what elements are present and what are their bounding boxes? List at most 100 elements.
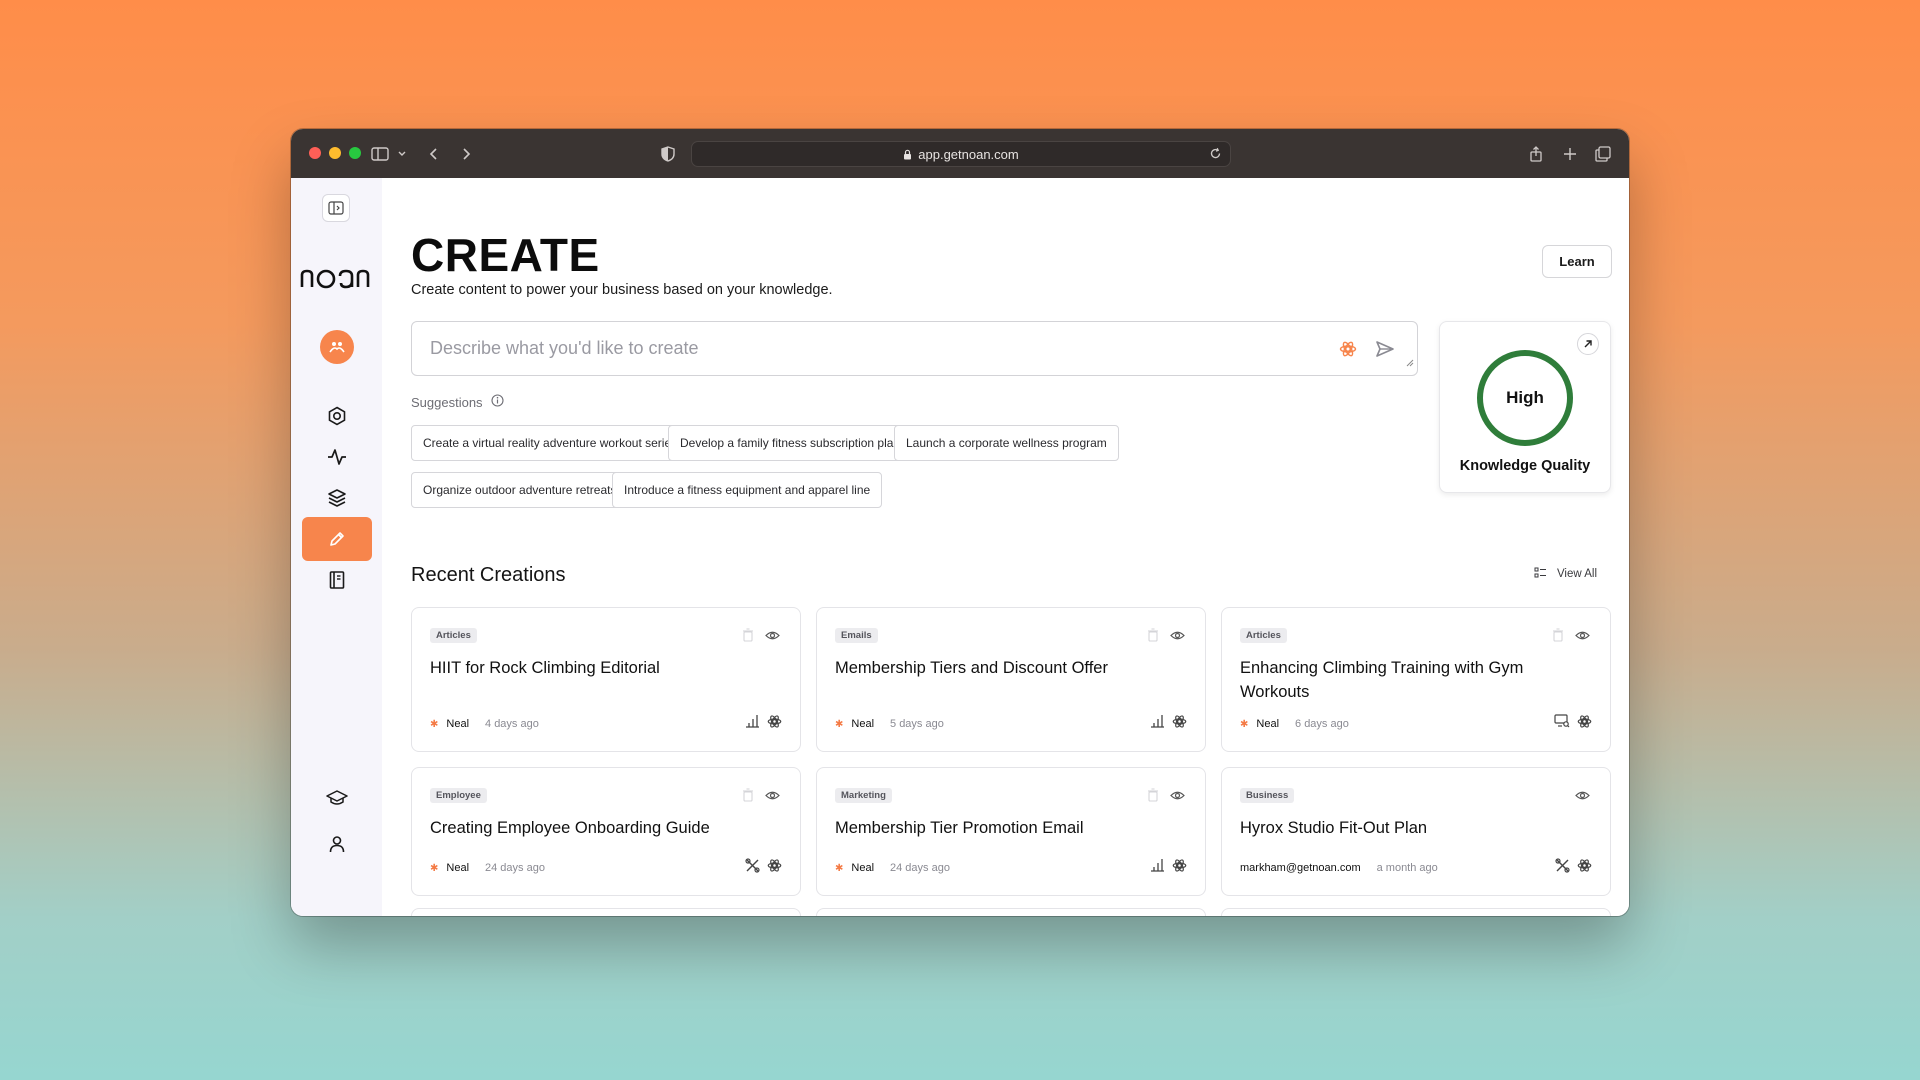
creation-title: Hyrox Studio Fit-Out Plan	[1240, 819, 1428, 837]
forward-icon[interactable]	[455, 143, 477, 165]
ai-model-icon	[767, 714, 782, 734]
tools-icon	[1555, 858, 1570, 878]
eye-icon[interactable]	[1170, 788, 1185, 806]
trash-icon[interactable]	[1552, 628, 1564, 647]
address-bar[interactable]: app.getnoan.com	[691, 141, 1231, 167]
category-badge: Business	[1240, 788, 1295, 803]
trash-icon[interactable]	[1147, 788, 1159, 807]
view-all-button[interactable]: View All	[1534, 567, 1597, 581]
ai-model-icon[interactable]	[1339, 340, 1357, 363]
creation-card-partial[interactable]	[411, 908, 801, 916]
suggestion-chip[interactable]: Create a virtual reality adventure worko…	[411, 425, 690, 461]
creation-time: a month ago	[1376, 862, 1438, 874]
creation-time: 4 days ago	[485, 718, 539, 730]
eye-icon[interactable]	[1575, 788, 1590, 806]
sidebar-item-knowledge[interactable]	[302, 476, 372, 520]
view-all-label: View All	[1556, 568, 1597, 580]
category-badge: Articles	[1240, 628, 1287, 643]
user-icon	[329, 836, 345, 853]
sidebar-item-activity[interactable]	[302, 435, 372, 479]
creation-card-partial[interactable]	[816, 908, 1206, 916]
sidebar-item-library[interactable]	[302, 558, 372, 602]
send-icon[interactable]	[1375, 339, 1395, 364]
creation-card[interactable]: Emails Membership Tiers and Discount Off…	[816, 607, 1206, 752]
collapse-sidebar-button[interactable]	[322, 194, 350, 222]
creation-meta: markham@getnoan.com a month ago	[1240, 862, 1438, 874]
reload-icon[interactable]	[1209, 147, 1222, 163]
suggestion-chip[interactable]: Introduce a fitness equipment and appare…	[612, 472, 883, 508]
create-prompt-box	[411, 321, 1418, 376]
creation-time: 24 days ago	[890, 862, 950, 874]
create-prompt-input[interactable]	[430, 322, 1310, 375]
trash-icon[interactable]	[742, 788, 754, 807]
screen-search-icon	[1554, 714, 1570, 733]
noan-logo[interactable]	[299, 265, 375, 291]
book-icon	[329, 571, 345, 589]
author-dot-icon: ✱	[1240, 718, 1249, 730]
creation-card[interactable]: Articles Enhancing Climbing Training wit…	[1221, 607, 1611, 752]
resize-handle-icon[interactable]	[1406, 354, 1414, 372]
new-tab-icon[interactable]	[1559, 143, 1581, 165]
workspace-avatar[interactable]	[320, 330, 354, 364]
creation-author: Neal	[1256, 718, 1280, 730]
creation-time: 5 days ago	[890, 718, 944, 730]
knowledge-quality-card[interactable]: High Knowledge Quality	[1439, 321, 1611, 493]
creation-card[interactable]: Employee Creating Employee Onboarding Gu…	[411, 767, 801, 896]
category-badge: Marketing	[835, 788, 892, 803]
creation-author: Neal	[851, 718, 875, 730]
open-external-icon[interactable]	[1577, 333, 1599, 355]
eye-icon[interactable]	[1170, 628, 1185, 646]
layers-icon	[328, 489, 346, 507]
creation-title: Enhancing Climbing Training with Gym Wor…	[1240, 659, 1524, 701]
eye-icon[interactable]	[765, 628, 780, 646]
creation-meta: ✱ Neal 5 days ago	[835, 718, 944, 730]
share-icon[interactable]	[1525, 143, 1547, 165]
learn-button[interactable]: Learn	[1542, 245, 1612, 278]
sidebar-item-learn[interactable]	[302, 776, 372, 820]
creation-title: Membership Tiers and Discount Offer	[835, 659, 1108, 677]
minimize-window-button[interactable]	[329, 147, 341, 159]
suggestion-chip[interactable]: Organize outdoor adventure retreats	[411, 472, 629, 508]
creation-title: Creating Employee Onboarding Guide	[430, 819, 710, 837]
creation-card[interactable]: Marketing Membership Tier Promotion Emai…	[816, 767, 1206, 896]
close-window-button[interactable]	[309, 147, 321, 159]
ai-model-icon	[1577, 858, 1592, 878]
category-badge: Employee	[430, 788, 487, 803]
app-body: CREATE Create content to power your busi…	[291, 178, 1629, 916]
pencil-icon	[330, 532, 344, 546]
trash-icon[interactable]	[1147, 628, 1159, 647]
sidebar-item-settings[interactable]	[302, 394, 372, 438]
sidebar-item-create[interactable]	[302, 517, 372, 561]
trash-icon[interactable]	[742, 628, 754, 647]
eye-icon[interactable]	[765, 788, 780, 806]
recent-creations-title: Recent Creations	[411, 564, 566, 586]
creation-meta: ✱ Neal 24 days ago	[430, 862, 545, 874]
eye-icon[interactable]	[1575, 628, 1590, 646]
chart-icon	[1150, 858, 1165, 877]
creation-card[interactable]: Articles HIIT for Rock Climbing Editoria…	[411, 607, 801, 752]
maximize-window-button[interactable]	[349, 147, 361, 159]
activity-icon	[328, 449, 346, 465]
back-icon[interactable]	[423, 143, 445, 165]
ai-model-icon	[767, 858, 782, 878]
suggestion-chip[interactable]: Develop a family fitness subscription pl…	[668, 425, 913, 461]
sidebar-item-account[interactable]	[302, 822, 372, 866]
tab-overview-icon[interactable]	[1592, 143, 1614, 165]
creation-time: 24 days ago	[485, 862, 545, 874]
suggestions-label: Suggestions	[411, 394, 504, 410]
creation-meta: ✱ Neal 4 days ago	[430, 718, 539, 730]
privacy-shield-icon[interactable]	[657, 143, 679, 165]
window-controls	[309, 147, 361, 159]
chevron-down-icon[interactable]	[391, 143, 413, 165]
sidebar	[291, 178, 382, 916]
chart-icon	[1150, 714, 1165, 733]
creation-card[interactable]: Business Hyrox Studio Fit-Out Plan markh…	[1221, 767, 1611, 896]
creation-card-partial[interactable]	[1221, 908, 1611, 916]
sidebar-toggle-icon[interactable]	[369, 143, 391, 165]
creation-title: HIIT for Rock Climbing Editorial	[430, 659, 660, 677]
suggestion-chip[interactable]: Launch a corporate wellness program	[894, 425, 1119, 461]
creation-title: Membership Tier Promotion Email	[835, 819, 1084, 837]
author-dot-icon: ✱	[835, 862, 844, 874]
creation-author: Neal	[851, 862, 875, 874]
info-icon[interactable]	[491, 394, 504, 410]
